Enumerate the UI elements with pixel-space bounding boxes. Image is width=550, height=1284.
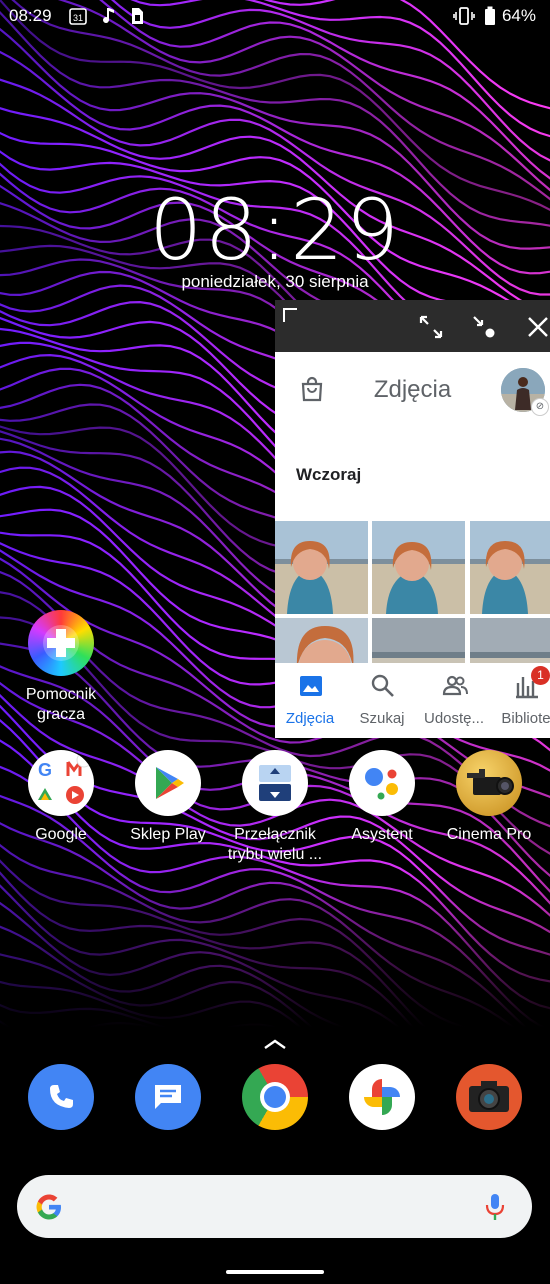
- app-label: Asystent: [351, 826, 413, 843]
- clock-time: 08:29: [148, 181, 402, 279]
- minimize-icon[interactable]: [471, 314, 497, 340]
- photo-thumbnail[interactable]: [372, 618, 465, 663]
- chrome-icon: [242, 1064, 308, 1130]
- assistant-icon: [349, 750, 415, 816]
- photo-thumbnail[interactable]: [470, 521, 550, 614]
- cinema-pro-icon: [456, 750, 522, 816]
- app-play-store[interactable]: Sklep Play: [113, 750, 223, 845]
- app-game-enhancer[interactable]: Pomocnik gracza: [6, 610, 116, 725]
- photo-thumbnail[interactable]: [275, 618, 368, 663]
- clock-date: poniedziałek, 30 sierpnia: [181, 272, 369, 291]
- microphone-icon[interactable]: [484, 1192, 506, 1222]
- vibrate-icon: [453, 6, 475, 31]
- photo-thumbnail[interactable]: [275, 521, 368, 614]
- floating-window-photos[interactable]: Zdjęcia ⊘ Wczoraj Zdjęcia Szukaj Udostę.…: [275, 300, 550, 738]
- incognito-badge-icon: ⊘: [531, 398, 549, 416]
- app-label: Cinema Pro: [446, 826, 532, 843]
- photos-grid: [275, 521, 550, 663]
- nav-tab-label: Bibliote: [501, 710, 550, 727]
- resize-handle-icon[interactable]: [283, 308, 297, 322]
- people-icon: [442, 675, 468, 696]
- date-section-label: Wczoraj: [296, 465, 362, 484]
- dock-camera[interactable]: [434, 1064, 544, 1130]
- close-icon[interactable]: [525, 314, 550, 340]
- phone-icon: [28, 1064, 94, 1130]
- game-enhancer-icon: [28, 610, 94, 676]
- dock-chrome[interactable]: [220, 1064, 330, 1130]
- photo-thumbnail[interactable]: [470, 618, 550, 663]
- battery-icon: [484, 6, 496, 31]
- messages-icon: [135, 1064, 201, 1130]
- maximize-icon[interactable]: [418, 314, 444, 340]
- status-bar: 08:29 31 64%: [0, 0, 550, 34]
- calendar-icon: 31: [68, 6, 88, 31]
- nav-tab-library[interactable]: 1 Bibliote: [491, 663, 550, 738]
- nav-tab-search[interactable]: Szukaj: [347, 663, 417, 738]
- app-multi-window-switcher[interactable]: Przełącznik trybu wielu ...: [220, 750, 330, 865]
- app-assistant[interactable]: Asystent: [327, 750, 437, 845]
- photos-icon: [349, 1064, 415, 1130]
- status-time: 08:29: [9, 6, 52, 25]
- floating-window-titlebar[interactable]: [275, 300, 550, 352]
- photo-thumbnail[interactable]: [372, 521, 465, 614]
- photo-icon: [300, 676, 322, 696]
- photos-app-header: Zdjęcia ⊘: [275, 352, 550, 428]
- photos-bottom-nav: Zdjęcia Szukaj Udostę... 1 Bibliote: [275, 663, 550, 738]
- app-drawer-up-arrow-icon[interactable]: [263, 1038, 287, 1050]
- svg-text:G: G: [38, 760, 52, 780]
- app-google-folder[interactable]: G Google: [6, 750, 116, 845]
- home-indicator[interactable]: [226, 1270, 324, 1274]
- google-search-bar[interactable]: [17, 1175, 532, 1238]
- multi-window-icon: [242, 750, 308, 816]
- battery-percent: 64%: [501, 6, 536, 25]
- notification-badge: 1: [531, 666, 550, 685]
- google-folder-icon: G: [28, 750, 94, 816]
- app-label: Google: [35, 826, 87, 843]
- sim-icon: [129, 6, 145, 31]
- app-label: Pomocnik gracza: [25, 686, 97, 723]
- dock-phone[interactable]: [6, 1064, 116, 1130]
- google-g-icon[interactable]: [33, 1191, 65, 1223]
- play-store-icon: [135, 750, 201, 816]
- search-icon: [371, 674, 394, 697]
- music-note-icon: [100, 6, 116, 31]
- nav-tab-photos[interactable]: Zdjęcia: [275, 663, 345, 738]
- dock-messages[interactable]: [113, 1064, 223, 1130]
- app-label: Przełącznik trybu wielu ...: [227, 826, 323, 863]
- svg-text:31: 31: [73, 13, 83, 23]
- app-cinema-pro[interactable]: Cinema Pro: [434, 750, 544, 845]
- dock-photos[interactable]: [327, 1064, 437, 1130]
- app-label: Sklep Play: [130, 826, 206, 843]
- nav-tab-sharing[interactable]: Udostę...: [419, 663, 489, 738]
- camera-icon: [456, 1064, 522, 1130]
